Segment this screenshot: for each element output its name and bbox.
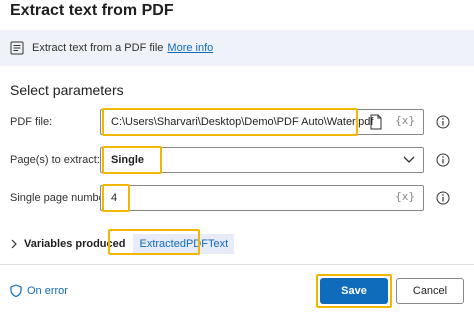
- info-icon[interactable]: [436, 115, 450, 129]
- on-error-label: On error: [27, 284, 68, 297]
- chevron-down-icon: [403, 156, 415, 163]
- pages-value: Single: [111, 154, 145, 166]
- single-page-label: Single page number:: [10, 192, 112, 204]
- single-page-input[interactable]: 4 {x}: [100, 185, 424, 211]
- variables-produced-row[interactable]: Variables produced ExtractedPDFText: [10, 234, 235, 254]
- info-description: Extract text from a PDF file: [32, 42, 164, 54]
- save-button[interactable]: Save: [320, 278, 388, 304]
- variable-picker-icon[interactable]: {x}: [395, 114, 415, 127]
- cancel-button[interactable]: Cancel: [396, 278, 464, 304]
- variables-produced-label: Variables produced: [24, 238, 126, 250]
- info-bar: Extract text from a PDF file More info: [0, 30, 474, 66]
- pages-label: Page(s) to extract:: [10, 154, 100, 166]
- pages-dropdown[interactable]: Single: [100, 147, 424, 173]
- section-title: Select parameters: [10, 82, 124, 98]
- single-page-value: 4: [111, 192, 118, 204]
- variable-chip[interactable]: ExtractedPDFText: [133, 234, 235, 254]
- document-icon: [10, 41, 24, 55]
- variable-picker-icon[interactable]: {x}: [395, 190, 415, 203]
- dialog-title: Extract text from PDF: [10, 2, 174, 19]
- on-error-button[interactable]: On error: [10, 284, 68, 297]
- more-info-link[interactable]: More info: [167, 42, 213, 54]
- footer-divider: [0, 264, 474, 265]
- file-picker-icon[interactable]: [369, 114, 383, 130]
- chevron-right-icon[interactable]: [10, 239, 18, 249]
- pdf-file-label: PDF file:: [10, 116, 53, 128]
- shield-icon: [10, 284, 22, 297]
- info-icon[interactable]: [436, 153, 450, 167]
- pdf-file-input[interactable]: C:\Users\Sharvari\Desktop\Demo\PDF Auto\…: [100, 109, 424, 135]
- pdf-file-value: C:\Users\Sharvari\Desktop\Demo\PDF Auto\…: [111, 116, 374, 128]
- info-icon[interactable]: [436, 191, 450, 205]
